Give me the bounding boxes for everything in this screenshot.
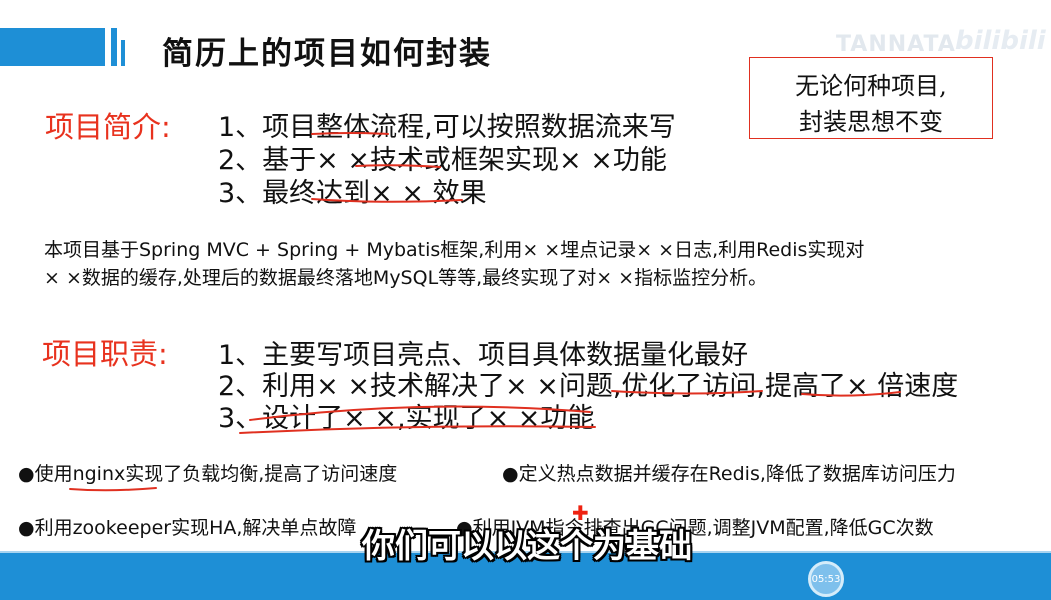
video-subtitle: 你们可以以这个为基础 (362, 526, 692, 565)
clock-time: 05:53 (811, 574, 841, 585)
annotation-underlines (69, 132, 901, 492)
underline (69, 487, 157, 492)
underline (239, 425, 596, 434)
underline (355, 164, 441, 168)
clock-badge: 05:53 (808, 561, 844, 597)
underline (311, 132, 389, 135)
underline (249, 405, 591, 421)
underline (611, 390, 763, 395)
underline (801, 391, 901, 397)
underline (311, 198, 463, 203)
